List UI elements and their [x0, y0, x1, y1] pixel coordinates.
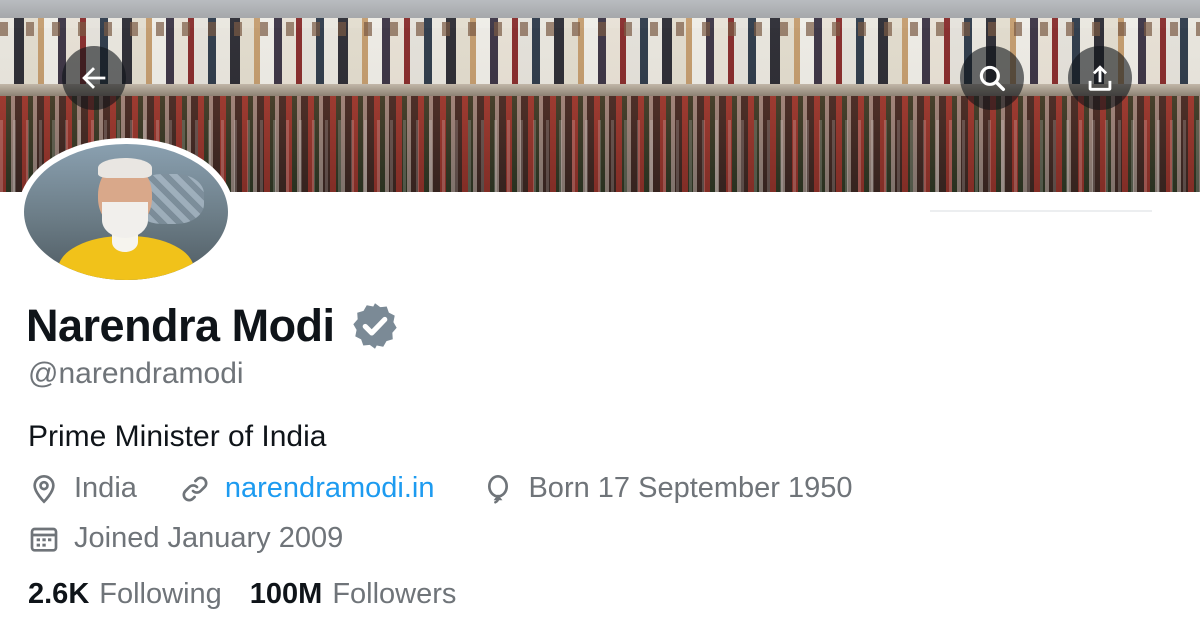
- location-text: India: [74, 472, 137, 504]
- birthday-item: Born 17 September 1950: [482, 472, 853, 505]
- profile-handle: @narendramodi: [28, 357, 244, 390]
- profile-stats: 2.6K Following 100M Followers: [28, 578, 456, 611]
- joined-text: Joined January 2009: [74, 522, 344, 554]
- profile-name: Narendra Modi: [26, 300, 335, 351]
- calendar-icon: [30, 527, 58, 552]
- following-count: 2.6K: [28, 578, 90, 610]
- joined-item: Joined January 2009: [28, 522, 343, 555]
- birthday-text: Born 17 September 1950: [528, 472, 853, 504]
- website-link[interactable]: narendramodi.in: [225, 472, 435, 505]
- back-arrow-icon: [82, 67, 106, 89]
- follow-button-edge: [930, 210, 1152, 212]
- profile-meta-row: India narendramodi.in Born 17 September …: [28, 472, 853, 505]
- verified-badge-icon[interactable]: [349, 300, 401, 352]
- share-button[interactable]: [1068, 46, 1132, 110]
- following-label: Following: [99, 578, 222, 610]
- location-item: India: [28, 472, 137, 505]
- balloon-icon: [488, 474, 509, 504]
- search-button[interactable]: [960, 46, 1024, 110]
- location-pin-icon: [33, 474, 55, 504]
- profile-joined-row: Joined January 2009: [28, 522, 343, 555]
- banner-heads: [0, 22, 1200, 36]
- followers-stat[interactable]: 100M Followers: [250, 578, 457, 611]
- search-icon: [979, 65, 1006, 92]
- profile-avatar[interactable]: [18, 138, 234, 284]
- avatar-beard: [102, 202, 148, 238]
- link-icon: [182, 476, 208, 501]
- website-item[interactable]: narendramodi.in: [179, 472, 435, 505]
- avatar-hair: [98, 158, 152, 178]
- followers-count: 100M: [249, 578, 323, 610]
- profile-name-row: Narendra Modi: [26, 300, 401, 352]
- followers-label: Followers: [332, 578, 457, 610]
- back-button[interactable]: [62, 46, 126, 110]
- avatar-photo: [24, 144, 228, 280]
- profile-bio: Prime Minister of India: [28, 420, 327, 453]
- following-stat[interactable]: 2.6K Following: [28, 578, 222, 611]
- share-icon: [1088, 65, 1112, 91]
